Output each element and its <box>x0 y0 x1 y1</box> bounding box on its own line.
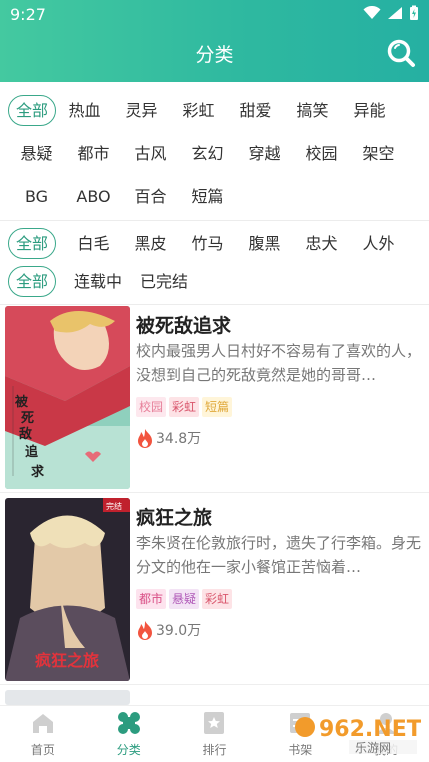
category-chip[interactable]: ABO <box>65 181 122 212</box>
character-chip[interactable]: 人外 <box>350 228 407 259</box>
svg-text:完结: 完结 <box>106 501 122 511</box>
category-chip[interactable]: 灵异 <box>113 95 170 126</box>
category-chip[interactable]: 悬疑 <box>8 138 65 169</box>
status-chip[interactable]: 连载中 <box>65 266 131 297</box>
character-chip[interactable]: 黑皮 <box>122 228 179 259</box>
category-chip[interactable]: 短篇 <box>179 181 236 212</box>
svg-text:疯狂之旅: 疯狂之旅 <box>35 651 99 670</box>
book-item[interactable]: 完结 疯狂之旅 疯狂之旅 李朱贤在伦敦旅行时，遗失了行李箱。身无分文的他在一家小… <box>0 493 429 685</box>
category-chip[interactable]: 异能 <box>341 95 398 126</box>
character-chip[interactable]: 忠犬 <box>293 228 350 259</box>
heat-counter: 39.0万 <box>136 620 201 640</box>
category-filter-row: 全部 热血 灵异 彩虹 甜爱 搞笑 异能 悬疑 都市 古风 玄幻 穿越 校园 架… <box>0 82 429 220</box>
svg-text:死: 死 <box>21 411 34 426</box>
category-chip[interactable]: 热血 <box>56 95 113 126</box>
ranking-icon <box>204 712 225 734</box>
book-cover[interactable]: 完结 疯狂之旅 <box>5 498 130 681</box>
heat-value: 39.0万 <box>156 623 202 639</box>
category-chip[interactable]: 百合 <box>122 181 179 212</box>
category-chip[interactable]: 搞笑 <box>284 95 341 126</box>
category-chip[interactable]: 古风 <box>122 138 179 169</box>
tab-label: 首页 <box>30 743 55 757</box>
book-description: 校内最强男人日村好不容易有了喜欢的人，没想到自己的死敌竟然是她的哥哥… <box>136 342 421 384</box>
heat-value: 34.8万 <box>156 431 202 447</box>
status-chip[interactable]: 已完结 <box>131 266 197 297</box>
book-cover[interactable]: 被 死 敌 追 求 <box>5 306 130 489</box>
clover-icon <box>117 712 140 734</box>
fire-icon <box>138 621 152 640</box>
svg-text:求: 求 <box>31 464 45 480</box>
tag: 彩虹 <box>202 589 233 609</box>
category-chip[interactable]: 玄幻 <box>179 138 236 169</box>
category-chip[interactable]: 校园 <box>293 138 350 169</box>
tag: 短篇 <box>202 397 233 417</box>
book-item[interactable]: 被 死 敌 追 求 被死敌追求 校内最强男人日村好不容易有了喜欢的人，没想到自己… <box>0 301 429 493</box>
category-chip[interactable]: 架空 <box>350 138 407 169</box>
home-icon <box>32 714 53 733</box>
wifi-icon <box>363 6 381 19</box>
book-title[interactable]: 疯狂之旅 <box>136 503 212 530</box>
tab-category[interactable]: 分类 <box>86 706 172 762</box>
book-cover <box>5 690 130 705</box>
app-header: 9:27 分类 <box>0 0 429 82</box>
tab-label: 排行 <box>202 743 227 757</box>
category-chip-all[interactable]: 全部 <box>8 95 56 126</box>
character-chip-all[interactable]: 全部 <box>8 228 56 259</box>
tab-home[interactable]: 首页 <box>0 706 86 762</box>
character-chip[interactable]: 竹马 <box>179 228 236 259</box>
category-chip[interactable]: 穿越 <box>236 138 293 169</box>
filter-panel: 全部 热血 灵异 彩虹 甜爱 搞笑 异能 悬疑 都市 古风 玄幻 穿越 校园 架… <box>0 82 429 305</box>
status-filter-row: 全部 连载中 已完结 <box>0 259 429 304</box>
category-chip[interactable]: 都市 <box>65 138 122 169</box>
watermark-text: 962.NET <box>319 717 421 742</box>
tab-label: 分类 <box>116 743 141 757</box>
character-chip[interactable]: 腹黑 <box>236 228 293 259</box>
book-title[interactable]: 被死敌追求 <box>136 311 231 338</box>
tab-ranking[interactable]: 排行 <box>172 706 258 762</box>
signal-icon <box>388 7 402 19</box>
status-icons <box>363 5 419 21</box>
svg-text:被: 被 <box>14 394 29 410</box>
status-time: 9:27 <box>10 5 46 24</box>
book-list: 被 死 敌 追 求 被死敌追求 校内最强男人日村好不容易有了喜欢的人，没想到自己… <box>0 301 429 685</box>
tag: 彩虹 <box>169 397 200 417</box>
watermark-subtext: 乐游网 <box>355 741 391 755</box>
tag: 校园 <box>136 397 167 417</box>
status-chip-all[interactable]: 全部 <box>8 266 56 297</box>
book-item-partial[interactable] <box>0 685 429 705</box>
book-tags: 都市 悬疑 彩虹 <box>136 589 233 609</box>
category-chip[interactable]: BG <box>8 181 65 212</box>
category-chip[interactable]: 甜爱 <box>227 95 284 126</box>
svg-text:追: 追 <box>25 444 39 460</box>
watermark-logo: 962.NET 乐游网 <box>291 710 422 756</box>
tag: 都市 <box>136 589 167 609</box>
book-tags: 校园 彩虹 短篇 <box>136 397 233 417</box>
page-title: 分类 <box>195 44 234 66</box>
fire-icon <box>138 429 152 448</box>
category-chip[interactable]: 彩虹 <box>170 95 227 126</box>
heat-counter: 34.8万 <box>136 428 201 448</box>
tag: 悬疑 <box>169 589 200 609</box>
search-icon[interactable] <box>386 38 416 68</box>
character-chip[interactable]: 白毛 <box>65 228 122 259</box>
svg-text:敌: 敌 <box>19 426 32 442</box>
watermark-graphic: 962.NET 乐游网 <box>295 717 422 755</box>
battery-icon <box>410 5 418 20</box>
book-description: 李朱贤在伦敦旅行时，遗失了行李箱。身无分文的他在一家小餐馆正苦恼着… <box>136 534 421 576</box>
